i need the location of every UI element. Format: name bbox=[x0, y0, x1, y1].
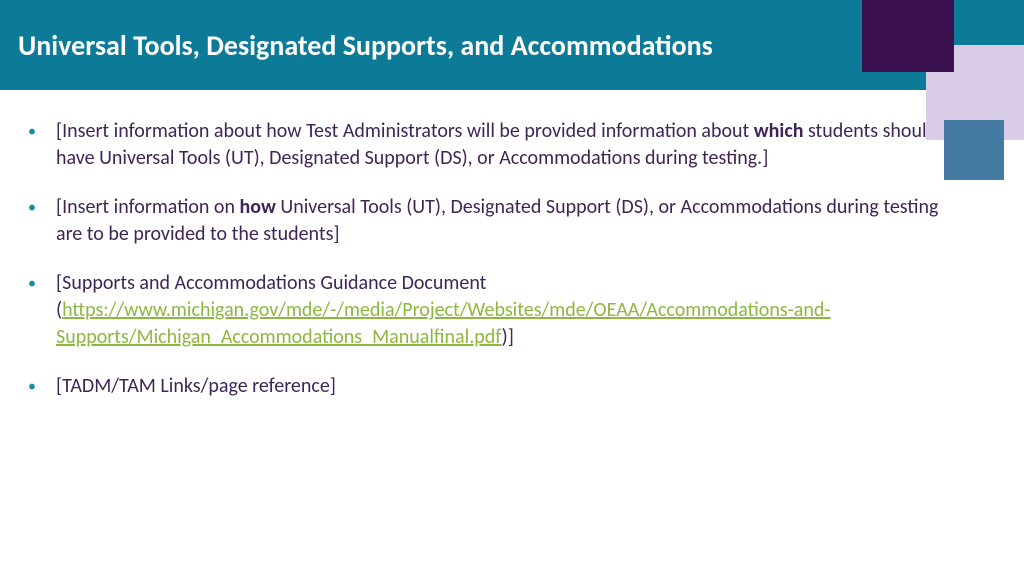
bullet-list: [Insert information about how Test Admin… bbox=[22, 118, 944, 400]
decor-square-blue bbox=[944, 120, 1004, 180]
list-item: [Insert information about how Test Admin… bbox=[22, 118, 944, 172]
text: [Insert information on bbox=[56, 195, 240, 219]
guidance-doc-link[interactable]: https://www.michigan.gov/mde/-/media/Pro… bbox=[56, 298, 831, 349]
text-bold: how bbox=[240, 195, 276, 219]
list-item: [Insert information on how Universal Too… bbox=[22, 194, 944, 248]
list-item: [TADM/TAM Links/page reference] bbox=[22, 373, 944, 400]
decor-square-purple bbox=[862, 0, 954, 72]
text: [Insert information about how Test Admin… bbox=[56, 119, 754, 143]
slide-title: Universal Tools, Designated Supports, an… bbox=[18, 28, 713, 63]
list-item: [Supports and Accommodations Guidance Do… bbox=[22, 270, 944, 351]
slide-body: [Insert information about how Test Admin… bbox=[0, 90, 1024, 400]
text-bold: which bbox=[754, 119, 804, 143]
text: )] bbox=[502, 325, 514, 349]
text: [TADM/TAM Links/page reference] bbox=[56, 374, 336, 398]
